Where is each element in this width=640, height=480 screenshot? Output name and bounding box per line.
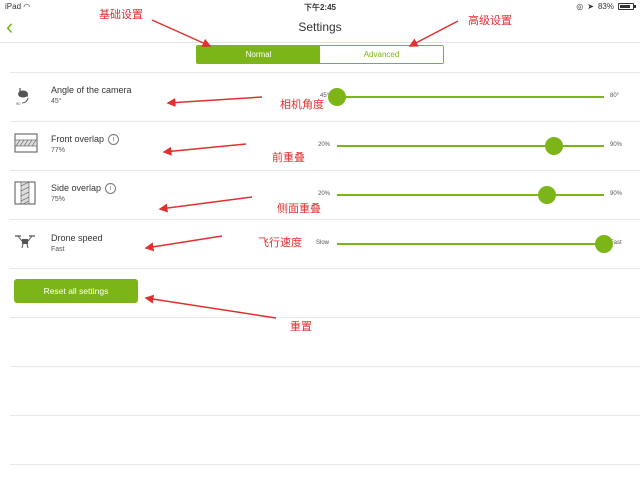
annotation-arrow [158,196,253,213]
annotation-advanced-settings: 高级设置 [468,15,512,27]
annotation-speed: 飞行速度 [258,237,302,249]
annotation-arrow [151,19,212,48]
annotation-camera-angle: 相机角度 [280,99,324,111]
annotation-arrow [408,20,459,47]
annotation-arrows [144,19,459,319]
annotation-arrow [166,96,263,108]
annotation-arrow [144,294,277,319]
annotation-reset: 重置 [290,321,312,333]
annotation-arrow [162,143,247,156]
annotation-arrow [144,235,223,252]
annotation-front-overlap: 前重叠 [272,152,305,164]
annotation-side-overlap: 侧面重叠 [277,203,321,215]
annotation-basic-settings: 基础设置 [99,9,143,21]
